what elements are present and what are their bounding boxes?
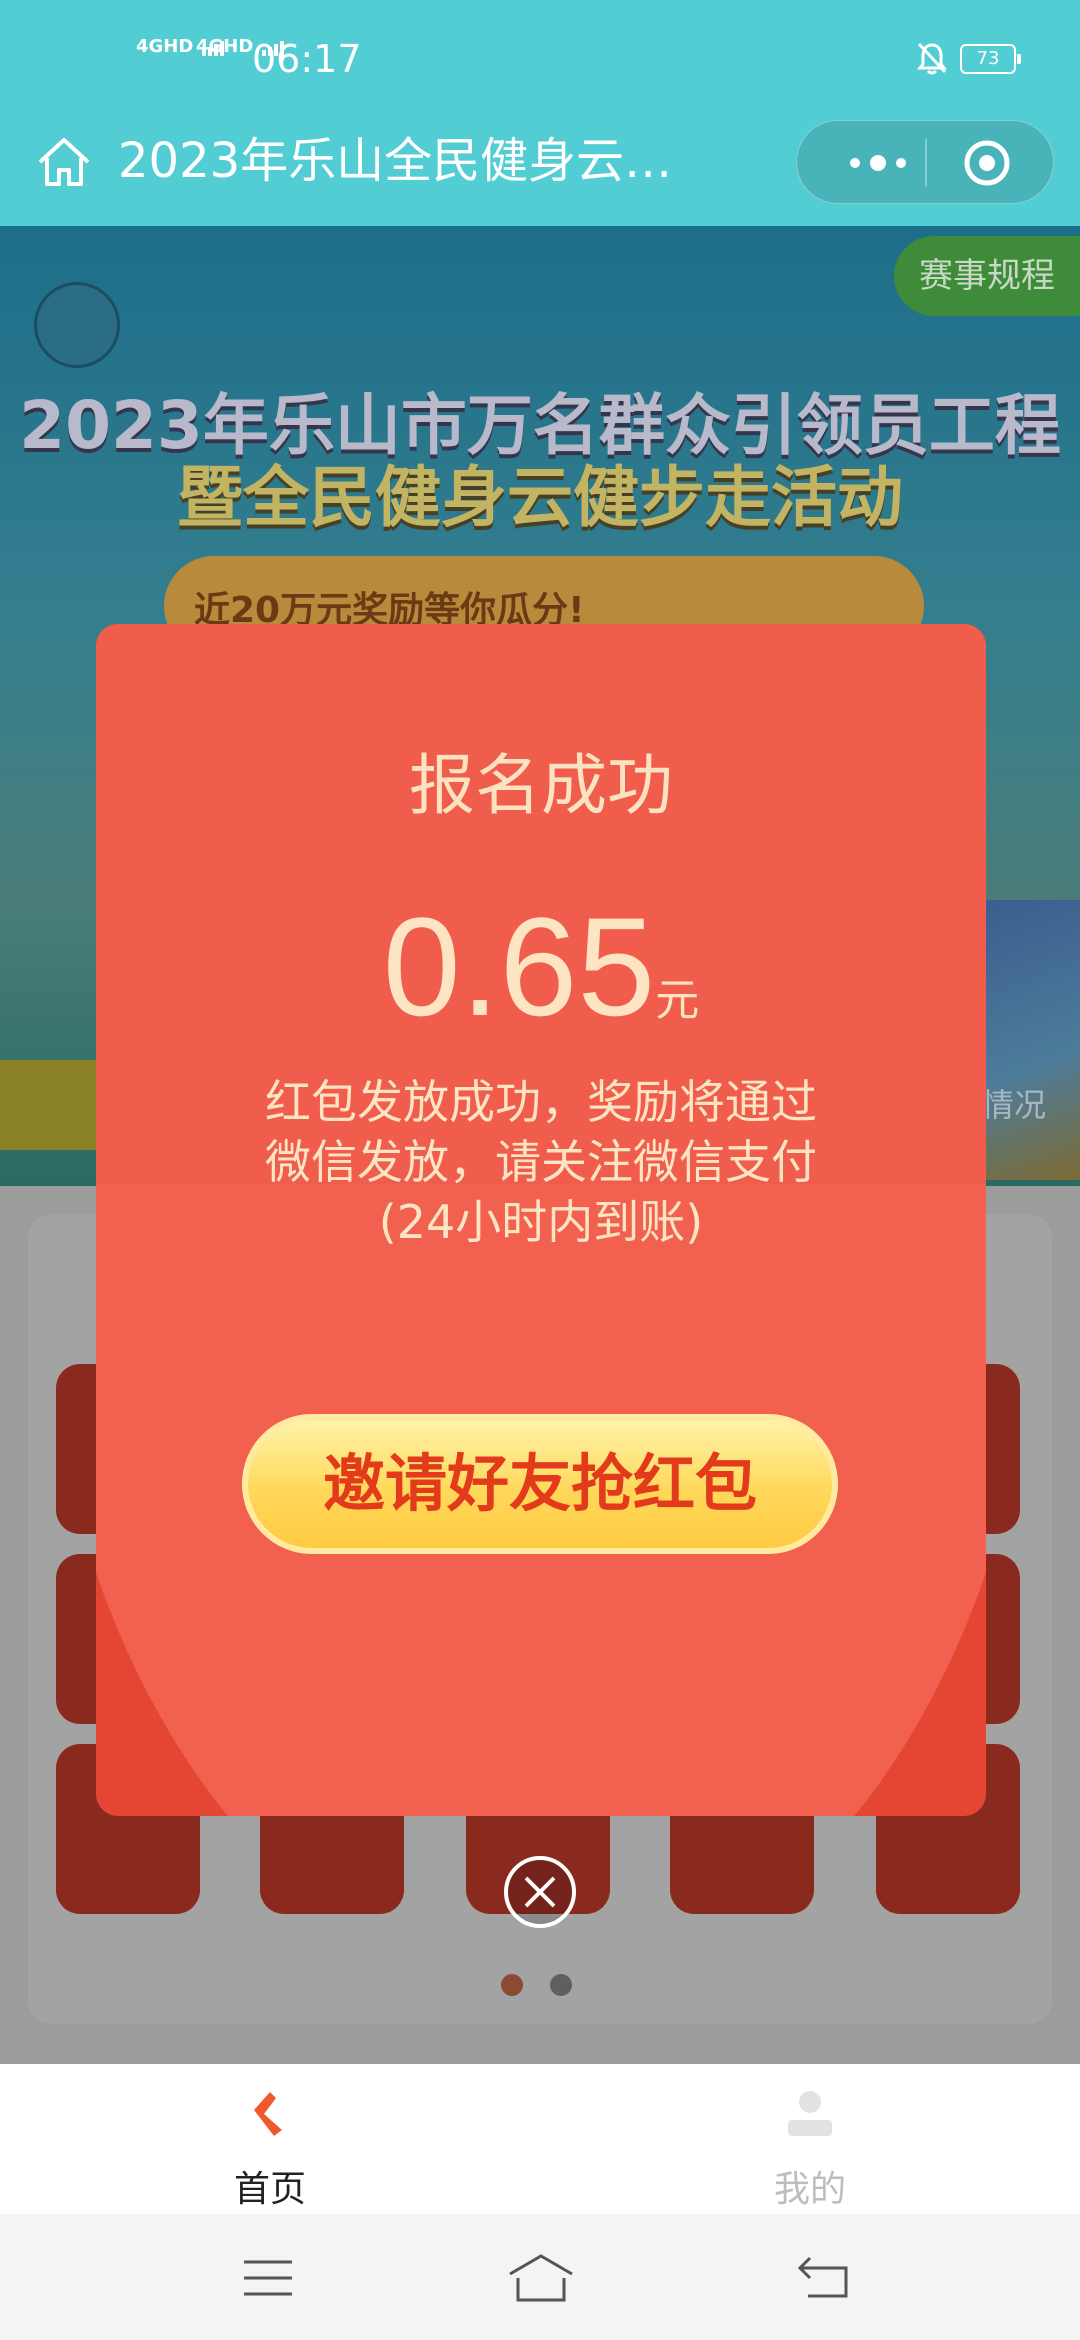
back-icon[interactable] xyxy=(796,2254,852,2300)
leshan-sports-logo xyxy=(34,282,120,368)
reward-amount-value: 0.65 xyxy=(382,888,656,1045)
dialog-title: 报名成功 xyxy=(409,747,673,824)
system-navigation-bar xyxy=(0,2214,1080,2340)
invite-friends-button[interactable]: 邀请好友抢红包 xyxy=(242,1414,838,1554)
menu-icon[interactable] xyxy=(242,2258,294,2298)
tab-mine[interactable]: 我的 xyxy=(540,2064,1080,2214)
page-title: 2023年乐山全民健身云… xyxy=(118,133,673,189)
reward-description-line3: (24小时内到账) xyxy=(378,1195,704,1249)
clock: 06:17 xyxy=(252,37,362,81)
tab-mine-label: 我的 xyxy=(773,2169,846,2210)
user-icon xyxy=(788,2091,832,2136)
more-options-icon[interactable] xyxy=(833,147,923,179)
pager-dot-active[interactable] xyxy=(501,1974,523,1996)
reward-amount-unit: 元 xyxy=(655,975,700,1026)
home-icon[interactable] xyxy=(34,132,94,192)
close-miniprogram-icon[interactable] xyxy=(961,137,1013,189)
banner-decoration-left xyxy=(0,1060,100,1150)
tab-home[interactable]: 首页 xyxy=(0,2064,540,2214)
battery-indicator: 73 xyxy=(960,44,1021,74)
reward-description: 红包发放成功，奖励将通过 微信发放，请关注微信支付 (24小时内到账) xyxy=(96,1072,986,1252)
capsule-divider xyxy=(925,139,927,187)
network-type-1: 4GHD xyxy=(136,36,194,57)
close-dialog-icon[interactable] xyxy=(502,1854,578,1930)
reward-description-line1: 红包发放成功，奖励将通过 xyxy=(265,1075,817,1129)
event-rules-button[interactable]: 赛事规程 xyxy=(894,236,1080,316)
mini-program-capsule xyxy=(796,120,1054,204)
bottom-tab-bar: 首页 我的 xyxy=(0,2064,1080,2214)
title-bar: 2023年乐山全民健身云… xyxy=(0,120,1080,226)
network-type-2: 4GHD xyxy=(196,36,254,57)
banner-headline-line1: 2023年乐山市万名群众引领员工程 xyxy=(19,387,1061,464)
status-bar: 4GHD 4GHD 06:17 73 xyxy=(0,0,1080,120)
banner-headline-line2: 暨全民健身云健步走活动 xyxy=(177,459,903,536)
reward-description-line2: 微信发放，请关注微信支付 xyxy=(265,1135,817,1189)
mute-bell-icon xyxy=(917,42,947,75)
shoe-icon xyxy=(254,2092,282,2136)
tab-home-label: 首页 xyxy=(233,2169,306,2210)
status-link[interactable]: 情况 xyxy=(982,1080,1046,1126)
home-nav-icon[interactable] xyxy=(506,2252,576,2304)
invite-friends-label: 邀请好友抢红包 xyxy=(322,1447,757,1520)
reward-amount: 0.65元 xyxy=(96,892,986,1042)
pager-dot[interactable] xyxy=(550,1974,572,1996)
signup-success-dialog: 报名成功 0.65元 红包发放成功，奖励将通过 微信发放，请关注微信支付 (24… xyxy=(96,624,986,1816)
